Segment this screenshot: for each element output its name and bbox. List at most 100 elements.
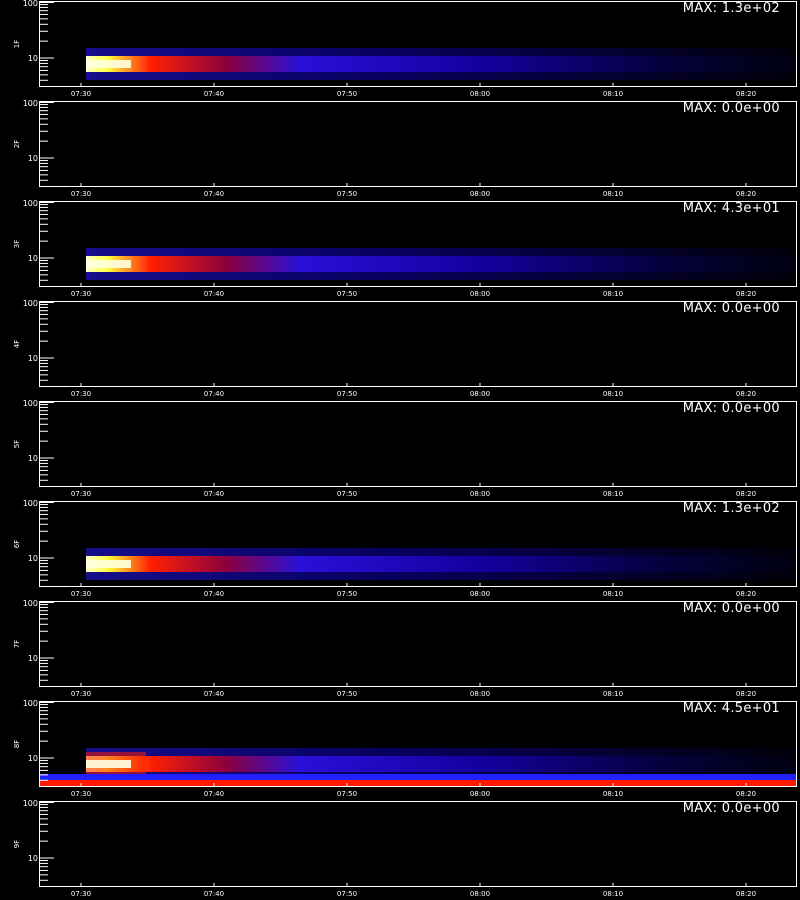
x-tick-label: 07:40	[204, 190, 224, 198]
y-tick-label: 10	[28, 54, 38, 63]
panel-7f: 100 10 07:30 07:40 07:50 08:00 08:10 08:20 7F MAX…	[0, 599, 800, 700]
x-tick-label: 08:10	[603, 590, 623, 598]
max-value-label: MAX: 0.0e+00	[682, 801, 780, 816]
max-value-label: MAX: 0.0e+00	[682, 601, 780, 616]
x-tick-label: 07:30	[71, 90, 91, 98]
panel-plot: 100 10 07:30 07:40 07:50 08:00 08:10 08:20 6F	[13, 499, 797, 598]
channel-label: 4F	[13, 340, 21, 348]
channel-label: 1F	[13, 40, 21, 48]
x-tick-label: 07:50	[337, 90, 357, 98]
heatmap-area	[86, 48, 797, 80]
y-tick-label: 100	[23, 799, 38, 808]
panel-1f: 100 10 07:30 07:40 07:50 08:00 08:10 08:20 1F MAX…	[0, 0, 800, 100]
x-ticks: 07:30 07:40 07:50 08:00 08:10 08:20	[71, 383, 756, 398]
x-ticks: 07:30 07:40 07:50 08:00 08:10 08:20	[71, 483, 756, 498]
x-tick-label: 07:50	[337, 390, 357, 398]
x-tick-label: 08:10	[603, 490, 623, 498]
y-tick-label: 100	[23, 599, 38, 608]
y-ticks	[40, 102, 54, 181]
x-tick-label: 07:50	[337, 890, 357, 898]
y-tick-label: 10	[28, 254, 38, 263]
y-tick-label: 10	[28, 154, 38, 163]
heatmap-peak-2	[86, 760, 131, 768]
x-tick-label: 08:00	[470, 190, 490, 198]
x-tick-label: 07:40	[204, 390, 224, 398]
x-tick-label: 07:40	[204, 790, 224, 798]
heatmap-area	[86, 548, 797, 580]
max-value-label: MAX: 0.0e+00	[682, 401, 780, 416]
x-tick-label: 08:00	[470, 390, 490, 398]
x-tick-label: 07:40	[204, 890, 224, 898]
x-tick-label: 08:20	[736, 290, 756, 298]
x-ticks: 07:30 07:40 07:50 08:00 08:10 08:20	[71, 883, 756, 898]
x-tick-label: 08:10	[603, 690, 623, 698]
background-band-blue	[40, 774, 797, 780]
x-tick-label: 08:20	[736, 890, 756, 898]
x-tick-label: 08:10	[603, 290, 623, 298]
x-tick-label: 07:40	[204, 490, 224, 498]
x-tick-label: 08:00	[470, 790, 490, 798]
panel-5f: 100 10 07:30 07:40 07:50 08:00 08:10 08:20 5F MAX…	[0, 399, 800, 500]
x-tick-label: 07:30	[71, 890, 91, 898]
y-tick-label: 100	[23, 499, 38, 508]
x-tick-label: 08:10	[603, 190, 623, 198]
max-value-label: MAX: 4.3e+01	[682, 201, 780, 216]
max-value-label: MAX: 1.3e+02	[682, 1, 780, 16]
heatmap-peak	[86, 60, 131, 68]
max-value-label: MAX: 0.0e+00	[682, 101, 780, 116]
channel-label: 6F	[13, 540, 21, 548]
panel-9f: 100 10 07:30 07:40 07:50 08:00 08:10 08:20 9F MAX…	[0, 799, 800, 900]
panel-plot: 100 10 07:30 07:40 07:50 08:00 08:10 08:20 4F	[13, 299, 797, 398]
channel-label: 5F	[13, 440, 21, 448]
x-tick-label: 08:20	[736, 90, 756, 98]
y-ticks	[40, 602, 54, 681]
y-tick-label: 100	[23, 299, 38, 308]
panel-plot: 100 10 07:30 07:40 07:50 08:00 08:10 08:20 2F	[13, 99, 797, 198]
panel-plot: 100 10 07:30 07:40 07:50 08:00 08:10 08:20 3F	[13, 199, 797, 298]
heatmap-area	[40, 748, 797, 787]
x-ticks: 07:30 07:40 07:50 08:00 08:10 08:20	[71, 83, 756, 98]
x-tick-label: 07:40	[204, 590, 224, 598]
x-tick-label: 08:00	[470, 690, 490, 698]
x-tick-label: 07:50	[337, 190, 357, 198]
y-tick-label: 10	[28, 454, 38, 463]
x-tick-label: 08:00	[470, 590, 490, 598]
heatmap-core	[86, 256, 797, 272]
channel-label: 9F	[13, 840, 21, 848]
x-tick-label: 08:10	[603, 790, 623, 798]
y-ticks	[40, 702, 54, 781]
x-tick-label: 08:10	[603, 890, 623, 898]
panel-plot: 100 10 07:30 07:40 07:50 08:00 08:10 08:20 5F	[13, 399, 797, 498]
y-tick-label: 100	[23, 0, 38, 8]
y-ticks	[40, 2, 54, 81]
x-tick-label: 07:50	[337, 690, 357, 698]
x-tick-label: 07:30	[71, 790, 91, 798]
max-value-label: MAX: 0.0e+00	[682, 301, 780, 316]
y-tick-label: 100	[23, 399, 38, 408]
y-ticks	[40, 302, 54, 381]
panel-plot: 100 10 07:30 07:40 07:50 08:00 08:10 08:20 8F	[13, 699, 797, 798]
panel-plot: 100 10 07:30 07:40 07:50 08:00 08:10 08:20 7F	[13, 599, 797, 698]
x-tick-label: 07:50	[337, 290, 357, 298]
x-tick-label: 08:00	[470, 290, 490, 298]
x-tick-label: 07:30	[71, 290, 91, 298]
x-tick-label: 08:20	[736, 390, 756, 398]
y-ticks	[40, 502, 54, 581]
panel-plot: 100 10 07:30 07:40 07:50 08:00 08:10 08:20 1F	[13, 0, 797, 98]
x-ticks: 07:30 07:40 07:50 08:00 08:10 08:20	[71, 183, 756, 198]
y-tick-label: 10	[28, 554, 38, 563]
y-tick-label: 100	[23, 99, 38, 108]
channel-label: 2F	[13, 140, 21, 148]
y-ticks	[40, 802, 54, 881]
x-ticks: 07:30 07:40 07:50 08:00 08:10 08:20	[71, 683, 756, 698]
channel-label: 8F	[13, 740, 21, 748]
heatmap-peak	[86, 260, 131, 268]
heatmap-core	[86, 756, 797, 772]
heatmap-area	[86, 248, 797, 280]
y-tick-label: 10	[28, 654, 38, 663]
panel-4f: 100 10 07:30 07:40 07:50 08:00 08:10 08:20 4F MAX…	[0, 299, 800, 400]
x-tick-label: 07:30	[71, 190, 91, 198]
x-tick-label: 08:20	[736, 190, 756, 198]
y-tick-label: 10	[28, 754, 38, 763]
channel-label: 3F	[13, 240, 21, 248]
